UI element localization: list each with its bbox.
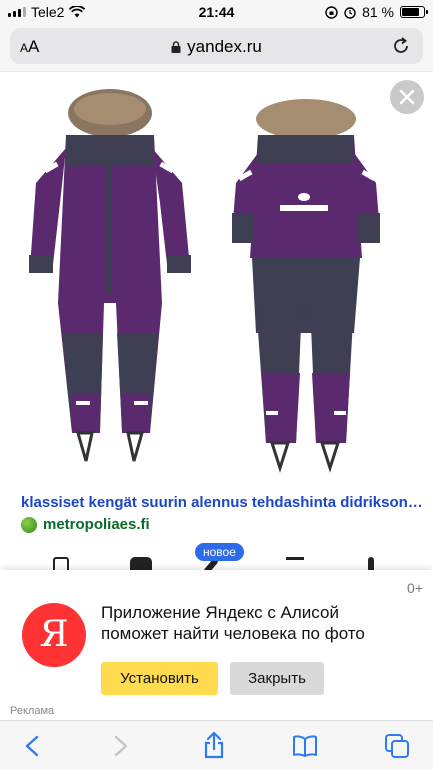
share-icon[interactable] [202,731,226,759]
snowsuit-back [232,99,380,473]
alarm-icon [344,6,356,19]
lock-icon [171,41,181,53]
share-network-icon[interactable] [286,557,304,571]
status-right: 81 % [325,4,428,20]
download-icon[interactable] [368,557,374,571]
result-source-link[interactable]: metropoliaes.fi [21,516,150,533]
ad-close-button[interactable]: Закрыть [230,662,324,695]
ad-label: Реклама [10,705,55,717]
close-viewer-button[interactable] [390,80,424,114]
back-icon[interactable] [24,735,40,757]
battery-icon [400,6,428,18]
browser-address-area: AA yandex.ru [0,24,433,72]
phone-icon[interactable] [53,557,69,571]
snowsuit-front [29,89,191,462]
snowsuit-image [29,89,380,473]
forward-icon[interactable] [113,735,129,757]
url-display[interactable]: yandex.ru [10,37,423,57]
status-bar: Tele2 21:44 81 % [0,0,433,24]
result-title-link[interactable]: klassiset kengät suurin alennus tehdashi… [21,494,421,511]
camera-icon[interactable] [130,557,152,571]
install-button[interactable]: Установить [101,662,218,695]
browser-toolbar [0,720,433,770]
battery-fill [402,8,419,16]
url-text: yandex.ru [187,37,262,56]
close-icon [399,89,415,105]
address-bar[interactable]: AA yandex.ru [10,28,423,64]
bookmarks-icon[interactable] [292,735,318,757]
ad-banner: 0+ Я Приложение Яндекс с Алисой поможет … [0,570,433,720]
result-source-text: metropoliaes.fi [43,516,150,533]
result-image-area[interactable] [0,73,433,478]
tabs-icon[interactable] [384,733,410,759]
ad-text: Приложение Яндекс с Алисой поможет найти… [101,603,365,643]
yandex-logo-icon: Я [22,603,86,667]
reload-icon[interactable] [391,36,411,56]
site-favicon-icon [21,516,37,533]
battery-percent: 81 % [362,4,394,20]
ad-age-rating: 0+ [407,580,423,596]
new-feature-badge: новое [195,543,244,561]
orientation-lock-icon [325,5,338,19]
